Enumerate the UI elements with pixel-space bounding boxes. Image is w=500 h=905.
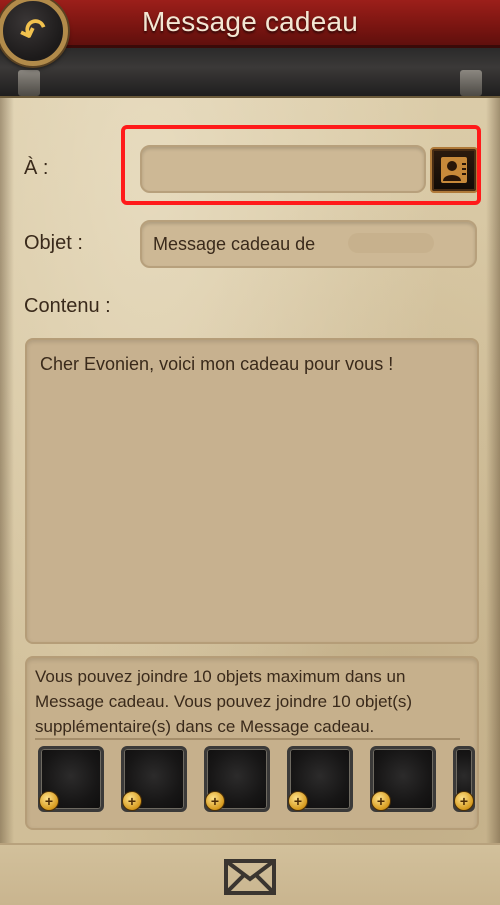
attachment-slot-partial[interactable]: + [453,746,475,812]
back-arrow-icon: ↶ [14,9,52,53]
add-item-icon: + [122,791,142,811]
attachment-slot[interactable]: + [287,746,353,812]
attachment-slot[interactable]: + [121,746,187,812]
attachments-info: Vous pouvez joindre 10 objets maximum da… [35,667,413,736]
add-item-icon: + [205,791,225,811]
add-item-icon: + [371,791,391,811]
subject-label: Objet : [24,232,83,254]
recipient-highlight-box [121,125,481,205]
attachments-divider [35,738,460,740]
subject-value: Message cadeau de [153,234,316,254]
send-button[interactable] [222,857,278,897]
add-item-icon: + [39,791,59,811]
attachment-slot[interactable]: + [38,746,104,812]
header-bar: Message cadeau [0,0,500,48]
to-label: À : [24,157,49,179]
left-edge-shade [0,0,14,903]
add-item-icon: + [288,791,308,811]
content-label: Contenu : [24,295,111,317]
rail-cap-left [18,70,40,96]
envelope-icon [224,859,276,895]
attachment-slot[interactable]: + [370,746,436,812]
attachment-slot[interactable]: + [204,746,270,812]
sender-name-blur [348,233,434,253]
add-item-icon: + [454,791,474,811]
content-textarea[interactable] [25,338,479,644]
header-rail [0,48,500,98]
content-value: Cher Evonien, voici mon cadeau pour vous… [40,354,394,374]
page-title: Message cadeau [141,6,359,37]
rail-cap-right [460,70,482,96]
right-edge-shade [486,0,500,903]
